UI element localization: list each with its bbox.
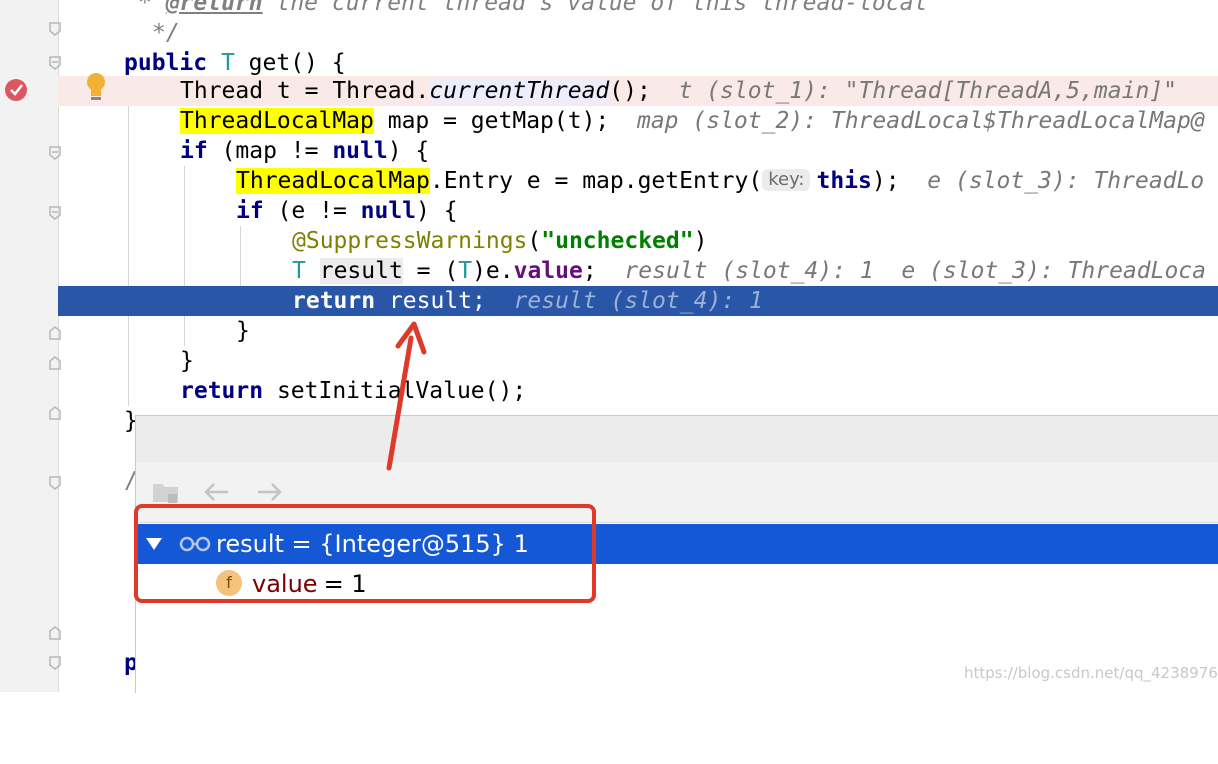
code-line-breakpoint[interactable]: Thread t = Thread.currentThread(); t (sl… xyxy=(58,76,1218,106)
string-literal: "unchecked" xyxy=(541,228,694,254)
doc-close: */ xyxy=(152,20,180,46)
code-text: ; xyxy=(582,258,597,284)
keyword-if: if xyxy=(180,138,208,164)
breakpoint-icon[interactable] xyxy=(5,79,27,101)
code-line-brace[interactable]: } xyxy=(0,316,1218,346)
annotation: @SuppressWarnings xyxy=(292,228,528,254)
method-name: get() { xyxy=(234,50,346,76)
watermark: https://blog.csdn.net/qq_42389764 xyxy=(964,664,1218,682)
inline-debug-value: result (slot_4): 1 e (slot_3): ThreadLoc… xyxy=(624,258,1207,284)
code-text: ( xyxy=(527,228,542,254)
code-line-get-entry[interactable]: ThreadLocalMap.Entry e = map.getEntry(ke… xyxy=(0,166,1218,196)
inline-debug-value: t (slot_1): "Thread[ThreadA,5,main]" xyxy=(678,78,1178,104)
keyword-return: return xyxy=(292,288,376,314)
code-text: map = getMap(t); xyxy=(373,108,610,134)
doc-return-tag: @return xyxy=(165,0,263,16)
keyword-if: if xyxy=(236,198,264,224)
code-line-return-initial[interactable]: return setInitialValue(); xyxy=(0,376,1218,406)
fold-marker-icon[interactable] xyxy=(49,626,61,640)
code-text: Thread t = Thread. xyxy=(180,78,430,104)
parameter-hint: key: xyxy=(762,168,811,191)
code-line-getmap[interactable]: ThreadLocalMap map = getMap(t); map (slo… xyxy=(0,106,1218,136)
type-param: T xyxy=(458,258,473,284)
inline-debug-value: result (slot_4): 1 xyxy=(513,288,763,314)
code-line-if-map[interactable]: if (map != null) { xyxy=(0,136,1218,166)
inline-debug-value: map (slot_2): ThreadLocal$ThreadLocalMap… xyxy=(636,108,1205,134)
code-line-annotation[interactable]: @SuppressWarnings("unchecked") xyxy=(0,226,1218,256)
code-text: .Entry e = map.getEntry( xyxy=(429,168,763,194)
code-line-doc-return[interactable]: * @return the current thread's value of … xyxy=(0,0,1218,18)
code-text: ) { xyxy=(387,138,430,164)
brace: } xyxy=(236,318,250,344)
keyword-this: this xyxy=(816,168,872,194)
code-line-method-signature[interactable]: public T get() { xyxy=(0,48,1218,78)
code-text: (e != xyxy=(263,198,361,224)
code-text: (map != xyxy=(207,138,333,164)
code-text: = ( xyxy=(402,258,459,284)
code-text: ) { xyxy=(416,198,458,224)
intention-bulb-icon[interactable] xyxy=(84,72,108,106)
search-highlight: ThreadLocalMap xyxy=(180,108,374,134)
brace: } xyxy=(180,348,194,374)
code-editor[interactable]: * @return the current thread's value of … xyxy=(0,0,1218,693)
code-line-doc-close[interactable]: */ xyxy=(0,18,1218,48)
annotation-highlight-box xyxy=(134,504,596,603)
code-line-if-entry[interactable]: if (e != null) { xyxy=(0,196,1218,226)
code-text: ) xyxy=(693,228,708,254)
code-text: setInitialValue(); xyxy=(263,378,527,404)
variable-result: result xyxy=(319,258,403,284)
code-line-brace[interactable]: } xyxy=(0,346,1218,376)
code-line-execution-point[interactable]: return result; result (slot_4): 1 xyxy=(58,286,1218,316)
keyword-public: public xyxy=(124,50,208,76)
code-text: result; xyxy=(375,288,486,314)
search-highlight: ThreadLocalMap xyxy=(236,168,430,194)
code-text: )e. xyxy=(472,258,514,284)
code-text: ); xyxy=(871,168,900,194)
static-call: currentThread xyxy=(429,78,610,104)
keyword-return: return xyxy=(180,378,264,404)
doc-return-text: the current thread's value of this threa… xyxy=(262,0,928,16)
doc-star: * xyxy=(138,0,166,16)
type-param: T xyxy=(292,258,306,284)
code-line-result-assign[interactable]: T result = (T)e.value; result (slot_4): … xyxy=(0,256,1218,286)
field-value: value xyxy=(513,258,583,284)
keyword-null: null xyxy=(360,198,417,224)
code-text: (); xyxy=(609,78,651,104)
popup-header xyxy=(136,416,1218,462)
keyword-null: null xyxy=(332,138,388,164)
inline-debug-value: e (slot_3): ThreadLo xyxy=(927,168,1205,194)
type-param: T xyxy=(220,50,235,76)
